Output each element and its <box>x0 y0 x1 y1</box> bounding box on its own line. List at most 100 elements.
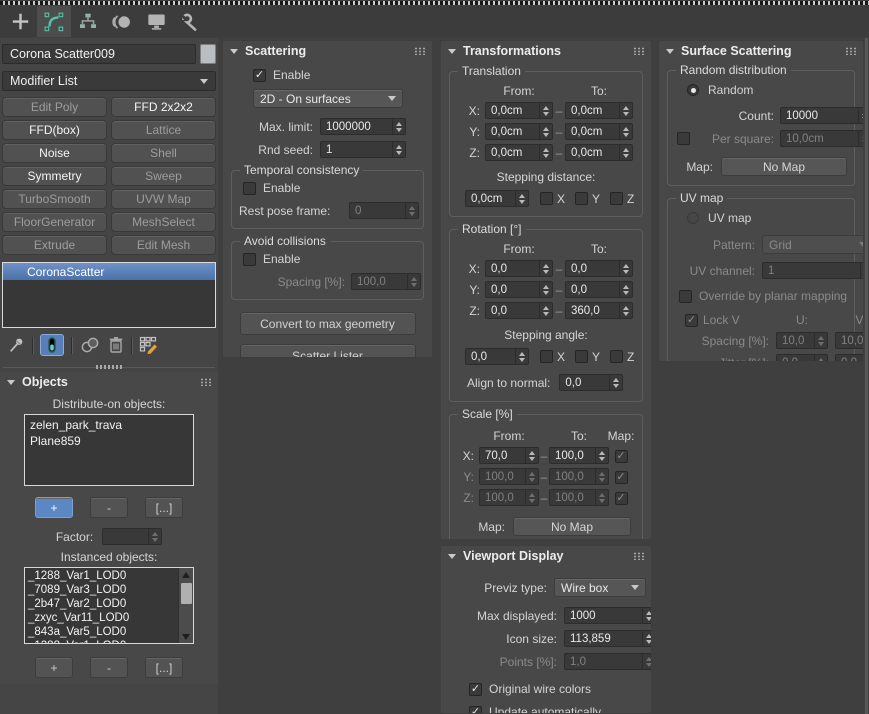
random-radio[interactable] <box>687 84 699 96</box>
distribute-remove-button[interactable]: - <box>90 497 128 518</box>
translate-x-from-field[interactable]: 0,0cm <box>485 102 553 119</box>
rotate-z-to-field[interactable]: 360,0 <box>565 302 633 319</box>
rotate-y-from-field[interactable]: 0,0 <box>485 281 553 298</box>
transformations-rollout-header[interactable]: Transformations <box>441 41 651 61</box>
translate-y-from-field[interactable]: 0,0cm <box>485 123 553 140</box>
modbtn-edit-poly[interactable]: Edit Poly <box>2 97 107 117</box>
uv-map-radio[interactable] <box>687 212 699 224</box>
show-end-result-button[interactable] <box>40 334 64 356</box>
modbtn-extrude[interactable]: Extrude <box>2 235 107 255</box>
translate-y-to-field[interactable]: 0,0cm <box>565 123 633 140</box>
object-name-field[interactable]: Corona Scatter009 <box>2 44 196 64</box>
modbtn-floorgenerator[interactable]: FloorGenerator <box>2 212 107 232</box>
instanced-pick-button[interactable]: [...] <box>145 657 183 678</box>
tab-display[interactable] <box>139 6 173 37</box>
spinner-icon[interactable] <box>392 142 405 157</box>
rnd-seed-field[interactable]: 1 <box>320 141 406 158</box>
instanced-add-button[interactable]: + <box>35 657 73 678</box>
modbtn-meshselect[interactable]: MeshSelect <box>111 212 216 232</box>
tab-create[interactable] <box>3 6 37 37</box>
stack-item-coronascatter[interactable]: CoronaScatter <box>3 263 215 280</box>
list-item[interactable]: _7089_Var3_LOD0 <box>28 583 175 597</box>
max-displayed-field[interactable]: 1000 <box>564 607 652 624</box>
scroll-up-icon[interactable] <box>179 568 193 581</box>
pin-stack-icon[interactable] <box>8 337 25 354</box>
list-item[interactable]: _zxyc_Var11_LOD0 <box>28 611 175 625</box>
count-field[interactable]: 10000 <box>780 107 864 124</box>
modbtn-edit-mesh[interactable]: Edit Mesh <box>111 235 216 255</box>
panel-scrollbar[interactable] <box>865 38 868 714</box>
previz-type-dropdown[interactable]: Wire box <box>554 578 646 597</box>
rotate-y-to-field[interactable]: 0,0 <box>565 281 633 298</box>
dock-handle-strip[interactable] <box>0 1 869 5</box>
translate-z-from-field[interactable]: 0,0cm <box>485 144 553 161</box>
rotate-z-from-field[interactable]: 0,0 <box>485 302 553 319</box>
max-limit-field[interactable]: 1000000 <box>320 118 406 135</box>
modbtn-sweep[interactable]: Sweep <box>111 166 216 186</box>
distribution-map-button[interactable]: No Map <box>721 157 847 176</box>
translate-x-to-field[interactable]: 0,0cm <box>565 102 633 119</box>
original-wire-colors-checkbox[interactable] <box>469 683 482 696</box>
icon-size-field[interactable]: 113,859 <box>564 630 652 647</box>
tab-hierarchy[interactable] <box>71 6 105 37</box>
step-z-checkbox[interactable] <box>610 192 623 205</box>
spinner-icon[interactable] <box>392 119 405 134</box>
scattering-rollout-header[interactable]: Scattering <box>223 41 432 61</box>
rotate-x-from-field[interactable]: 0,0 <box>485 260 553 277</box>
scatter-mode-dropdown[interactable]: 2D - On surfaces <box>253 89 403 108</box>
scroll-down-icon[interactable] <box>179 630 193 643</box>
scroll-thumb[interactable] <box>181 583 192 604</box>
angle-x-checkbox[interactable] <box>540 350 553 363</box>
list-item[interactable]: _2b47_Var2_LOD0 <box>28 597 175 611</box>
tab-utilities[interactable] <box>173 6 207 37</box>
configure-modifier-sets-icon[interactable] <box>139 336 159 354</box>
list-item[interactable]: zelen_park_trava <box>30 417 188 433</box>
distribute-add-button[interactable]: + <box>35 497 73 518</box>
modbtn-noise[interactable]: Noise <box>2 143 107 163</box>
tab-motion[interactable] <box>105 6 139 37</box>
scatter-lister-button[interactable]: Scatter Lister <box>240 344 416 358</box>
distribute-pick-button[interactable]: [...] <box>145 497 183 518</box>
angle-z-checkbox[interactable] <box>610 350 623 363</box>
remove-modifier-trash-icon[interactable] <box>108 336 124 354</box>
modbtn-shell[interactable]: Shell <box>111 143 216 163</box>
translate-z-to-field[interactable]: 0,0cm <box>565 144 633 161</box>
objects-rollout-header[interactable]: Objects <box>0 372 218 392</box>
modbtn-symmetry[interactable]: Symmetry <box>2 166 107 186</box>
panel-resize-handle[interactable] <box>0 360 218 372</box>
scale-x-from-field[interactable]: 70,0 <box>479 447 539 464</box>
stepping-distance-field[interactable]: 0,0cm <box>465 190 529 207</box>
scale-map-button[interactable]: No Map <box>513 517 631 536</box>
per-square-checkbox[interactable] <box>677 132 690 145</box>
scale-x-to-field[interactable]: 100,0 <box>549 447 609 464</box>
make-unique-icon[interactable] <box>79 336 101 354</box>
rotate-x-to-field[interactable]: 0,0 <box>565 260 633 277</box>
step-y-checkbox[interactable] <box>575 192 588 205</box>
list-item[interactable]: _1288_Var1_LOD0 <box>28 569 175 583</box>
update-automatically-checkbox[interactable] <box>469 706 482 714</box>
collisions-enable-checkbox[interactable] <box>243 253 256 266</box>
angle-y-checkbox[interactable] <box>575 350 588 363</box>
step-x-checkbox[interactable] <box>540 192 553 205</box>
convert-to-max-geometry-button[interactable]: Convert to max geometry <box>240 312 416 335</box>
scale-x-map-checkbox[interactable] <box>615 450 628 463</box>
list-item[interactable]: Plane859 <box>30 433 188 449</box>
object-color-swatch[interactable] <box>200 44 216 64</box>
modifier-list-dropdown[interactable]: Modifier List <box>2 71 216 91</box>
temporal-enable-checkbox[interactable] <box>243 182 256 195</box>
list-item-partial[interactable]: _1288_Var1_LOD0 <box>28 639 175 643</box>
scatter-enable-checkbox[interactable] <box>253 69 266 82</box>
modbtn-uvw-map[interactable]: UVW Map <box>111 189 216 209</box>
modbtn-turbosmooth[interactable]: TurboSmooth <box>2 189 107 209</box>
surface-scattering-rollout-header[interactable]: Surface Scattering <box>659 41 863 61</box>
tab-modify[interactable] <box>37 6 71 37</box>
stepping-angle-field[interactable]: 0,0 <box>465 348 529 365</box>
instanced-remove-button[interactable]: - <box>90 657 128 678</box>
viewport-display-rollout-header[interactable]: Viewport Display <box>441 546 651 566</box>
list-scrollbar[interactable] <box>178 568 193 643</box>
list-item[interactable]: _843a_Var5_LOD0 <box>28 625 175 639</box>
align-to-normal-field[interactable]: 0,0 <box>559 374 623 391</box>
modbtn-ffd-box[interactable]: FFD(box) <box>2 120 107 140</box>
modbtn-lattice[interactable]: Lattice <box>111 120 216 140</box>
modbtn-ffd-2x2x2[interactable]: FFD 2x2x2 <box>111 97 216 117</box>
